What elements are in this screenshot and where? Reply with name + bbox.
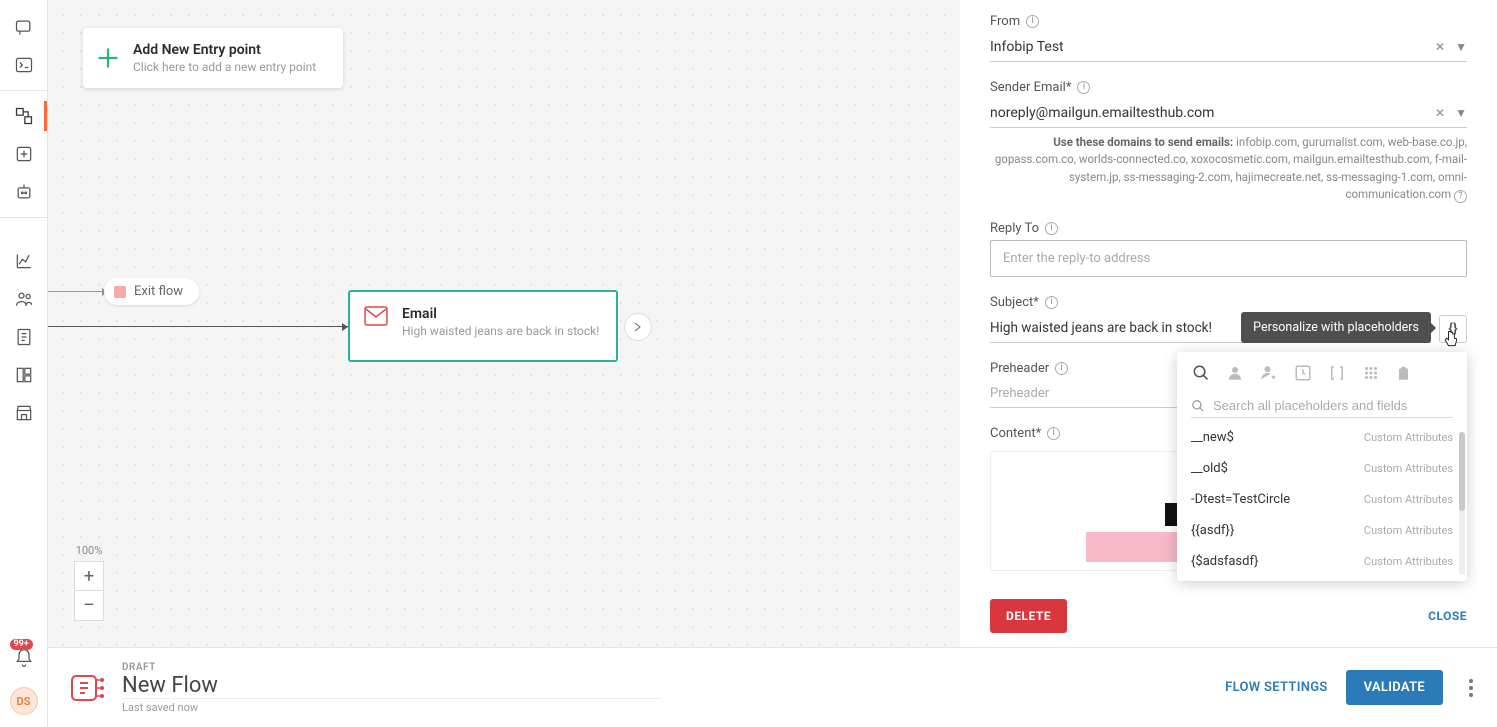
from-select[interactable]: Infobip Test ✕ ▼ — [990, 33, 1467, 62]
email-node[interactable]: Email High waisted jeans are back in sto… — [348, 290, 618, 362]
close-button[interactable]: CLOSE — [1428, 609, 1467, 623]
chevron-down-icon[interactable]: ▼ — [1455, 40, 1467, 54]
rail-store-icon[interactable] — [2, 394, 46, 432]
personalize-tooltip: Personalize with placeholders — [1241, 312, 1431, 343]
flow-saved-label: Last saved now — [122, 701, 662, 714]
sender-label: Sender Email*i — [990, 80, 1467, 95]
notifications-badge: 99+ — [10, 639, 33, 650]
info-icon[interactable]: i — [1026, 15, 1039, 28]
placeholder-search-input[interactable] — [1213, 398, 1453, 413]
zoom-level: 100% — [76, 544, 103, 557]
entry-title: Add New Entry point — [133, 42, 327, 58]
sender-value: noreply@mailgun.emailtesthub.com — [990, 105, 1214, 121]
chevron-down-icon[interactable]: ▼ — [1455, 106, 1467, 120]
from-value: Infobip Test — [990, 39, 1064, 55]
plus-icon — [95, 45, 121, 71]
info-icon[interactable]: i — [1045, 222, 1058, 235]
help-icon[interactable]: ? — [1454, 190, 1467, 203]
ph-tab-company[interactable] — [1389, 358, 1421, 388]
email-node-subtitle: High waisted jeans are back in stock! — [402, 324, 602, 338]
placeholder-item[interactable]: __old$Custom Attributes — [1177, 453, 1467, 484]
from-label: Fromi — [990, 14, 1467, 29]
subject-label: Subject*i — [990, 295, 1467, 310]
user-avatar[interactable]: DS — [10, 687, 38, 715]
zoom-controls: 100% + – — [74, 544, 104, 621]
search-icon — [1191, 399, 1205, 413]
envelope-icon — [364, 306, 388, 326]
rail-flow-icon[interactable] — [2, 97, 46, 135]
flow-canvas[interactable]: Add New Entry point Click here to add a … — [48, 0, 960, 647]
email-node-title: Email — [402, 306, 602, 322]
placeholder-item[interactable]: -Dtest=TestCircleCustom Attributes — [1177, 484, 1467, 515]
connector-line — [48, 291, 108, 292]
scrollbar[interactable] — [1459, 432, 1465, 575]
ph-tab-search[interactable] — [1185, 358, 1217, 388]
exit-flow-chip[interactable]: Exit flow — [104, 278, 199, 305]
ph-tab-person[interactable] — [1219, 358, 1251, 388]
sender-select[interactable]: noreply@mailgun.emailtesthub.com ✕ ▼ — [990, 99, 1467, 128]
exit-flow-label: Exit flow — [134, 284, 183, 299]
clear-icon[interactable]: ✕ — [1435, 40, 1445, 54]
connector-line — [48, 326, 348, 327]
rail-doc-icon[interactable] — [2, 318, 46, 356]
info-icon[interactable]: i — [1055, 362, 1068, 375]
more-menu-button[interactable] — [1461, 671, 1477, 705]
flow-logo-icon — [68, 668, 108, 708]
zoom-in-button[interactable]: + — [74, 561, 104, 591]
validate-button[interactable]: VALIDATE — [1346, 670, 1443, 705]
info-icon[interactable]: i — [1077, 81, 1090, 94]
notifications-bell[interactable]: 99+ — [2, 639, 46, 677]
scrollbar-thumb[interactable] — [1459, 432, 1465, 511]
ph-tab-brackets[interactable] — [1321, 358, 1353, 388]
placeholder-item[interactable]: {{asdf}}Custom Attributes — [1177, 515, 1467, 546]
entry-subtitle: Click here to add a new entry point — [133, 60, 327, 74]
replyto-label: Reply Toi — [990, 221, 1467, 236]
rail-bot-icon[interactable] — [2, 173, 46, 211]
rail-template-icon[interactable] — [2, 356, 46, 394]
placeholder-item[interactable]: __new$Custom Attributes — [1177, 422, 1467, 453]
node-output-handle[interactable] — [624, 313, 652, 341]
rail-analytics-icon[interactable] — [2, 242, 46, 280]
cursor-icon — [1441, 328, 1461, 350]
left-rail: 99+ DS — [0, 0, 48, 727]
placeholder-popover: __new$Custom Attributes __old$Custom Att… — [1177, 352, 1467, 581]
flow-settings-button[interactable]: FLOW SETTINGS — [1225, 680, 1327, 695]
ph-tab-grid[interactable] — [1355, 358, 1387, 388]
rail-chat-icon[interactable] — [2, 8, 46, 46]
ph-tab-person-gear[interactable] — [1253, 358, 1285, 388]
bottom-bar: DRAFT New Flow Last saved now FLOW SETTI… — [48, 647, 1497, 727]
info-icon[interactable]: i — [1047, 427, 1060, 440]
placeholder-list: __new$Custom Attributes __old$Custom Att… — [1177, 422, 1467, 577]
delete-button[interactable]: DELETE — [990, 599, 1067, 633]
flow-status: DRAFT — [122, 662, 662, 673]
rail-people-icon[interactable] — [2, 280, 46, 318]
placeholder-item[interactable]: {$adsfasdf}Custom Attributes — [1177, 546, 1467, 577]
placeholder-search[interactable] — [1191, 394, 1453, 418]
rail-broadcast-icon[interactable] — [2, 135, 46, 173]
replyto-input[interactable]: Enter the reply-to address — [990, 240, 1467, 277]
add-entry-point-card[interactable]: Add New Entry point Click here to add a … — [83, 28, 343, 88]
clear-icon[interactable]: ✕ — [1435, 106, 1445, 120]
info-icon[interactable]: i — [1045, 296, 1058, 309]
flow-name-input[interactable]: New Flow — [122, 673, 662, 699]
zoom-out-button[interactable]: – — [74, 591, 104, 621]
ph-tab-time[interactable] — [1287, 358, 1319, 388]
domains-hint: Use these domains to send emails: infobi… — [990, 134, 1467, 203]
rail-terminal-icon[interactable] — [2, 46, 46, 84]
